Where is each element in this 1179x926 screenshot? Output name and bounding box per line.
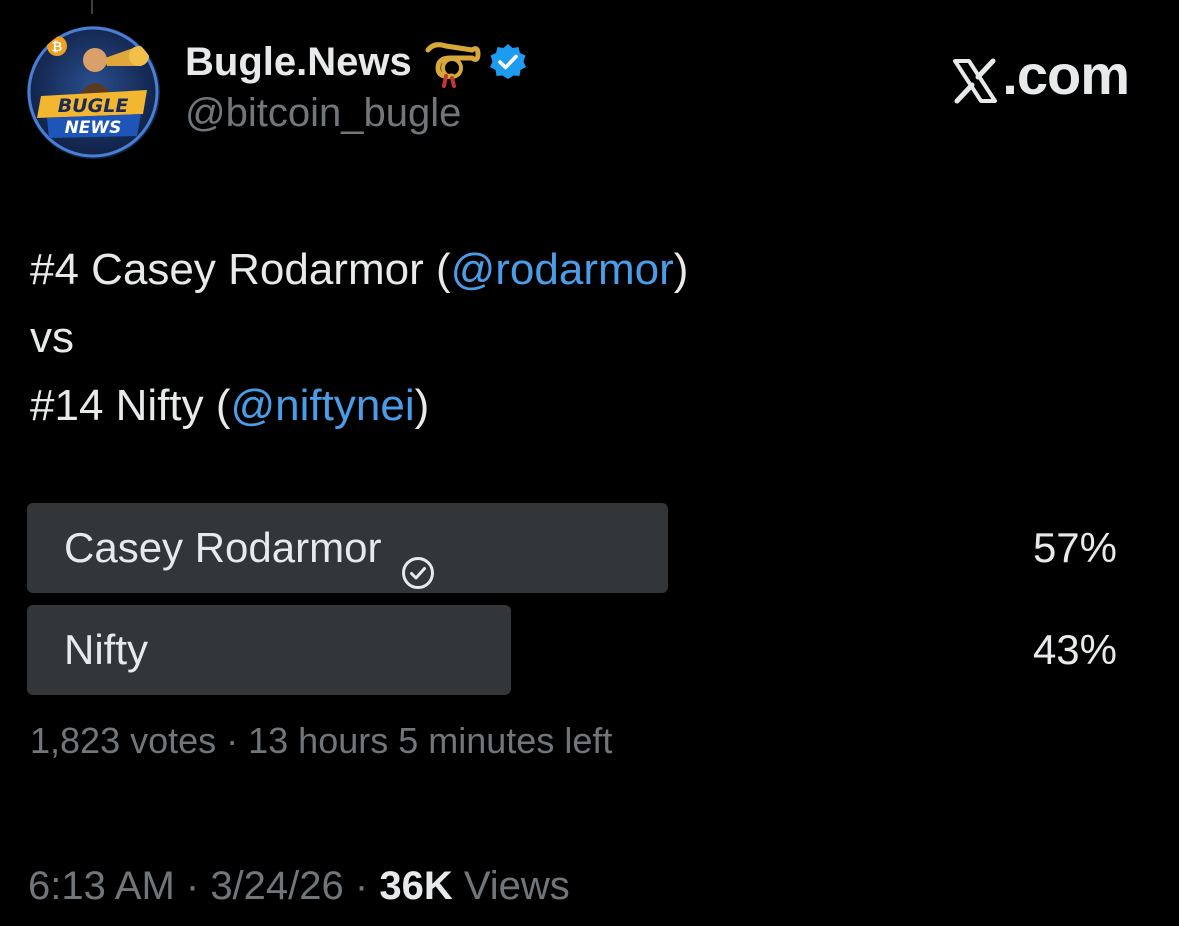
poll-option-2-label: Nifty <box>64 626 148 673</box>
verified-badge-icon[interactable] <box>488 42 528 82</box>
views-label[interactable]: Views <box>453 864 570 908</box>
mention-niftynei[interactable]: @niftynei <box>231 381 415 430</box>
tweet-date[interactable]: 3/24/26 <box>210 864 343 908</box>
poll-option-1[interactable]: Casey Rodarmor 57% <box>27 503 1117 593</box>
poll-meta-separator: · <box>216 720 249 761</box>
tweet-line-1-suffix: ) <box>673 245 689 294</box>
poll-option-2-percent: 43% <box>1032 626 1117 673</box>
tweet-metadata: 6:13 AM · 3/24/26 · 36K Views <box>28 864 570 909</box>
x-com-brand: .com <box>952 42 1130 107</box>
footer-separator-1: · <box>174 864 211 908</box>
avatar[interactable]: ₿ BUGLE NEWS <box>27 26 160 159</box>
winner-check-icon <box>401 531 435 589</box>
author-display-name[interactable]: Bugle.News <box>185 40 412 85</box>
views-count[interactable]: 36K <box>379 864 452 908</box>
footer-separator-2: · <box>343 864 380 908</box>
tweet-line-1-prefix: #4 Casey Rodarmor ( <box>30 245 451 294</box>
avatar-text-news: NEWS <box>65 118 122 138</box>
poll-meta: 1,823 votes · 13 hours 5 minutes left <box>30 720 612 762</box>
author-name-row[interactable]: Bugle.News <box>185 36 528 88</box>
tweet-line-1: #4 Casey Rodarmor (@rodarmor) <box>30 236 688 304</box>
thread-connector-line <box>91 0 93 14</box>
tweet-line-2: vs <box>30 313 74 362</box>
tweet-line-3-prefix: #14 Nifty ( <box>30 381 231 430</box>
poll-vote-count: 1,823 votes <box>30 720 217 761</box>
bugle-news-logo-icon: ₿ BUGLE NEWS <box>27 26 159 158</box>
tweet-time[interactable]: 6:13 AM <box>28 864 175 908</box>
post-horn-icon <box>424 36 482 88</box>
poll-option-2[interactable]: Nifty 43% <box>27 605 1117 695</box>
svg-text:₿: ₿ <box>52 40 63 55</box>
poll-option-1-label: Casey Rodarmor <box>64 524 382 571</box>
poll-time-left: 13 hours 5 minutes left <box>248 720 613 761</box>
tweet-line-3-suffix: ) <box>414 381 430 430</box>
tweet-line-3: #14 Nifty (@niftynei) <box>30 372 688 440</box>
avatar-text-bugle: BUGLE <box>58 95 129 117</box>
poll-option-1-percent: 57% <box>1032 524 1117 571</box>
poll-option-2-label-row: Nifty <box>64 605 148 695</box>
author-handle[interactable]: @bitcoin_bugle <box>185 91 461 136</box>
brand-domain-label: .com <box>1002 43 1130 106</box>
mention-rodarmor[interactable]: @rodarmor <box>451 245 674 294</box>
tweet-text: #4 Casey Rodarmor (@rodarmor) vs #14 Nif… <box>30 236 688 440</box>
x-logo-icon <box>952 52 998 103</box>
poll-option-1-label-row: Casey Rodarmor <box>64 503 435 593</box>
